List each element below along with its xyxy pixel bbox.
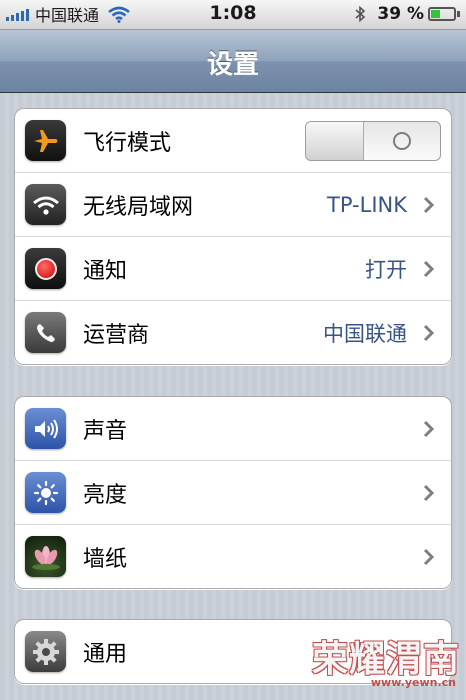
row-sounds[interactable]: 声音: [15, 397, 451, 460]
wifi-icon: [25, 184, 66, 225]
chevron-right-icon: [423, 548, 435, 565]
settings-group-display: 声音 亮度 墙纸: [14, 396, 452, 589]
battery-icon: [428, 7, 456, 21]
chevron-right-icon: [423, 484, 435, 501]
row-label: 通用: [83, 641, 128, 667]
navigation-bar: 设置: [0, 30, 466, 93]
row-label: 无线局域网: [83, 194, 194, 220]
gear-icon: [25, 631, 66, 672]
status-right: 39 %: [353, 3, 460, 25]
chevron-right-icon: [423, 324, 435, 341]
chevron-right-icon: [423, 420, 435, 437]
speaker-icon: [25, 408, 66, 449]
row-label: 运营商: [83, 322, 150, 348]
watermark-url: www.yewn.cn: [370, 676, 456, 689]
lotus-wallpaper-icon: [25, 536, 66, 577]
row-label: 声音: [83, 418, 128, 444]
row-value: 中国联通: [323, 321, 407, 346]
battery-tip: [457, 11, 460, 17]
airplane-icon: [25, 120, 66, 161]
row-wallpaper[interactable]: 墙纸: [15, 524, 451, 588]
row-airplane-mode[interactable]: 飞行模式: [15, 109, 451, 172]
airplane-mode-toggle[interactable]: [305, 120, 441, 161]
toggle-knob[interactable]: [306, 121, 364, 160]
watermark-text: 荣耀渭南: [311, 639, 460, 680]
toggle-off-indicator: [364, 122, 440, 160]
watermark: 荣耀渭南 www.yewn.cn: [310, 630, 460, 692]
row-label: 飞行模式: [83, 130, 172, 156]
status-bar: 中国联通 1:08 39 %: [0, 0, 466, 30]
row-label: 通知: [83, 258, 128, 284]
phone-icon: [25, 312, 66, 353]
brightness-icon: [25, 472, 66, 513]
bluetooth-icon: [355, 5, 366, 23]
row-label: 墙纸: [83, 546, 128, 572]
page-title: 设置: [206, 50, 259, 80]
chevron-right-icon: [423, 196, 435, 213]
row-value: 打开: [365, 257, 407, 282]
notifications-icon: [25, 248, 66, 289]
row-carrier[interactable]: 运营商 中国联通: [15, 300, 451, 364]
battery-percent: 39 %: [377, 4, 424, 24]
row-notifications[interactable]: 通知 打开: [15, 236, 451, 300]
row-value: TP-LINK: [327, 192, 407, 217]
row-wifi[interactable]: 无线局域网 TP-LINK: [15, 172, 451, 236]
row-brightness[interactable]: 亮度: [15, 460, 451, 524]
chevron-right-icon: [423, 260, 435, 277]
row-label: 亮度: [83, 482, 128, 508]
settings-group-connectivity: 飞行模式 无线局域网 TP-LINK 通知 打开 运营商 中国联通: [14, 108, 452, 365]
battery-fill: [431, 10, 441, 18]
